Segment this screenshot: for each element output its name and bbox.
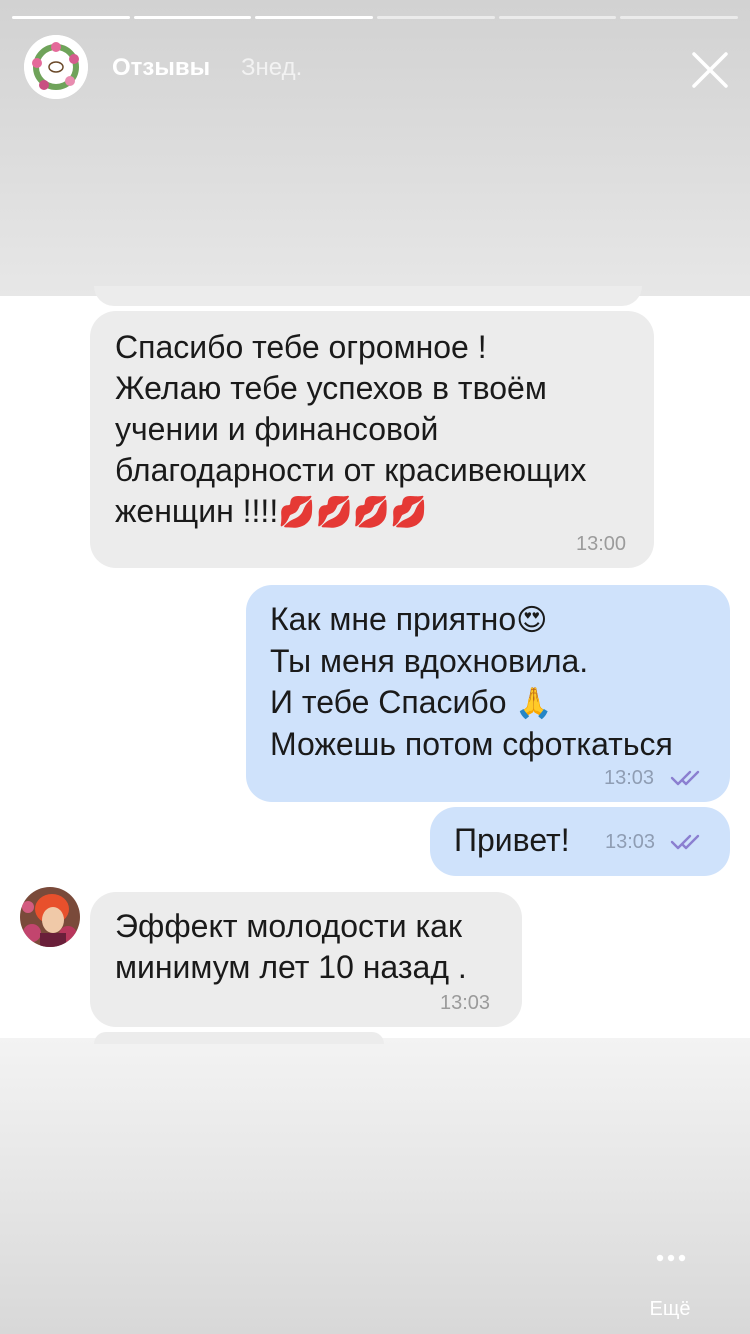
more-label: Ещё bbox=[649, 1298, 691, 1320]
message-time: 13:03 bbox=[440, 992, 491, 1014]
contact-photo bbox=[20, 887, 80, 947]
message-time: 13:03 bbox=[605, 831, 656, 853]
message-text: Как мне приятно😍 Ты меня вдохновила. И т… bbox=[270, 599, 725, 765]
progress-segment bbox=[620, 16, 739, 19]
message-time: 13:00 bbox=[576, 533, 627, 555]
more-button[interactable]: Ещё bbox=[630, 1236, 710, 1326]
praying-hands-emoji: 🙏 bbox=[515, 686, 553, 721]
contact-avatar[interactable] bbox=[20, 887, 80, 947]
heart-eyes-emoji: 😍 bbox=[516, 603, 548, 638]
incoming-message-bubble: Эффект молодости как минимум лет 10 наза… bbox=[90, 892, 522, 1027]
story-timestamp: Знед. bbox=[241, 54, 303, 81]
story-header-overlay bbox=[0, 0, 750, 296]
floral-wreath-icon bbox=[24, 35, 88, 99]
message-line: Ты меня вдохновила. bbox=[270, 643, 589, 679]
progress-segment bbox=[377, 16, 495, 19]
next-message-edge bbox=[94, 1032, 384, 1044]
progress-segment bbox=[12, 16, 130, 19]
message-text: Эффект молодости как минимум лет 10 наза… bbox=[115, 908, 467, 985]
progress-segment bbox=[133, 16, 252, 19]
progress-segment bbox=[498, 16, 617, 19]
message-line: Как мне приятно😍 bbox=[270, 601, 548, 638]
close-icon bbox=[692, 52, 728, 88]
story-title[interactable]: Отзывы bbox=[112, 54, 210, 82]
double-check-icon bbox=[670, 834, 700, 850]
more-dots-icon bbox=[656, 1254, 686, 1262]
progress-segment bbox=[255, 16, 374, 19]
double-check-icon bbox=[670, 770, 700, 786]
outgoing-message-bubble: Как мне приятно😍 Ты меня вдохновила. И т… bbox=[246, 585, 730, 802]
incoming-message-bubble: Спасибо тебе огромное ! Желаю тебе успех… bbox=[90, 311, 654, 568]
message-line: Можешь потом сфоткаться bbox=[270, 726, 673, 762]
message-text: Спасибо тебе огромное ! Желаю тебе успех… bbox=[115, 327, 645, 533]
message-time: 13:03 bbox=[604, 767, 655, 789]
close-button[interactable] bbox=[690, 50, 730, 90]
previous-message-edge bbox=[94, 286, 642, 306]
outgoing-message-bubble: Привет! 13:03 bbox=[430, 807, 730, 876]
message-line: И тебе Спасибо 🙏 bbox=[270, 684, 553, 721]
story-author-avatar[interactable] bbox=[24, 35, 88, 99]
message-text: Привет! bbox=[454, 822, 570, 858]
story-progress-bar bbox=[12, 16, 739, 19]
kiss-emoji: 💋💋💋💋 bbox=[278, 495, 428, 530]
